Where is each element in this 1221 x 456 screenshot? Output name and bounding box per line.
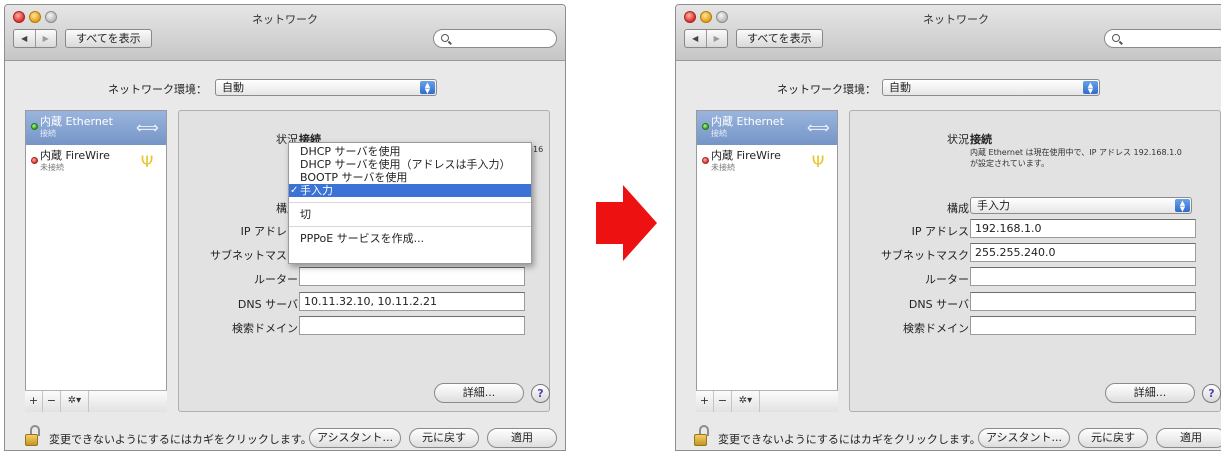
config-popup[interactable]: 手入力 ▲ ▼ xyxy=(970,197,1192,214)
location-popup[interactable]: 自動 ▲ ▼ xyxy=(882,79,1100,96)
ethernet-icon: ⟺ xyxy=(136,118,159,137)
show-all-button[interactable]: すべてを表示 xyxy=(65,29,152,48)
firewire-icon: Ψ xyxy=(811,152,825,171)
router-field[interactable] xyxy=(970,267,1196,286)
remove-service-button[interactable]: − xyxy=(43,391,61,412)
search-icon xyxy=(1112,34,1120,42)
service-item-ethernet[interactable]: 内蔵 Ethernet 接続 ⟺ xyxy=(26,111,166,145)
menu-item-label: 手入力 xyxy=(300,184,333,197)
revert-button[interactable]: 元に戻す xyxy=(409,428,479,448)
remove-service-button[interactable]: − xyxy=(714,391,732,412)
revert-button[interactable]: 元に戻す xyxy=(1078,428,1148,448)
advanced-button[interactable]: 詳細... xyxy=(434,383,524,403)
location-value: 自動 xyxy=(889,81,911,94)
menu-item-pppoe[interactable]: PPPoE サービスを作成... xyxy=(289,232,531,245)
lock-message: 変更できないようにするにはカギをクリックします。 xyxy=(49,433,312,446)
ip-address-field[interactable]: 192.168.1.0 xyxy=(970,219,1196,238)
add-service-button[interactable]: + xyxy=(25,391,43,412)
menu-item-off[interactable]: 切 xyxy=(289,208,531,221)
dns-field[interactable]: 10.11.32.10, 10.11.2.21 xyxy=(299,292,525,311)
service-item-firewire[interactable]: 内蔵 FireWire 未接続 Ψ xyxy=(697,145,837,179)
search-domain-label: 検索ドメイン： xyxy=(232,322,309,335)
config-popup-menu: DHCP サーバを使用 DHCP サーバを使用（アドレスは手入力） BOOTP … xyxy=(288,142,532,264)
gear-icon[interactable]: ✲▾ xyxy=(732,391,760,412)
status-dot-green-icon xyxy=(702,123,709,130)
service-list: 内蔵 Ethernet 接続 ⟺ 内蔵 FireWire 未接続 Ψ xyxy=(25,110,167,412)
status-value: 接続 xyxy=(970,133,992,146)
search-domain-field[interactable] xyxy=(970,316,1196,335)
assistant-button[interactable]: アシスタント... xyxy=(978,428,1070,448)
assistant-button[interactable]: アシスタント... xyxy=(309,428,401,448)
apply-button[interactable]: 適用 xyxy=(1156,428,1221,448)
comparison-stage: ネットワーク ◀ ▶ すべてを表示 ネットワーク環境： 自動 ▲ ▼ 内蔵 Eth… xyxy=(0,0,1221,456)
firewire-icon: Ψ xyxy=(140,152,154,171)
status-description-line-1: 内蔵 Ethernet は現在使用中で、IP アドレス 192.168.1.0 xyxy=(970,148,1182,157)
ethernet-icon: ⟺ xyxy=(807,118,830,137)
service-item-firewire[interactable]: 内蔵 FireWire 未接続 Ψ xyxy=(26,145,166,179)
service-toolbar: + − ✲▾ xyxy=(25,390,167,412)
menu-separator xyxy=(289,226,531,227)
dns-field[interactable] xyxy=(970,292,1196,311)
back-arrow-icon[interactable]: ◀ xyxy=(14,30,35,47)
status-description-line-2: が設定されています。 xyxy=(970,159,1049,168)
back-forward-control[interactable]: ◀ ▶ xyxy=(13,29,57,48)
search-field[interactable] xyxy=(433,29,557,48)
search-field[interactable] xyxy=(1104,29,1221,48)
status-dot-red-icon xyxy=(702,157,709,164)
config-value: 手入力 xyxy=(977,199,1010,212)
add-service-button[interactable]: + xyxy=(696,391,714,412)
location-label: ネットワーク環境： xyxy=(108,83,207,96)
settings-panel: 状況： 接続 内蔵 Ethernet は現在使用中で、IP アドレス 192.1… xyxy=(849,110,1221,412)
network-window-after: ネットワーク ◀ ▶ すべてを表示 ネットワーク環境： 自動 ▲ ▼ 内蔵 Eth… xyxy=(675,4,1221,451)
forward-arrow-icon[interactable]: ▶ xyxy=(34,30,57,47)
menu-item-dhcp[interactable]: DHCP サーバを使用 xyxy=(289,145,531,158)
apply-button[interactable]: 適用 xyxy=(487,428,557,448)
search-domain-label: 検索ドメイン： xyxy=(903,322,980,335)
service-list: 内蔵 Ethernet 接続 ⟺ 内蔵 FireWire 未接続 Ψ xyxy=(696,110,838,412)
popup-arrows-icon: ▲ ▼ xyxy=(420,81,435,94)
forward-arrow-icon[interactable]: ▶ xyxy=(705,30,728,47)
menu-item-dhcp-manual[interactable]: DHCP サーバを使用（アドレスは手入力） xyxy=(289,158,531,171)
location-label: ネットワーク環境： xyxy=(777,83,876,96)
title-bar: ネットワーク ◀ ▶ すべてを表示 xyxy=(676,5,1221,61)
lock-icon[interactable] xyxy=(694,425,710,447)
status-dot-green-icon xyxy=(31,123,38,130)
help-button[interactable]: ? xyxy=(1202,384,1221,403)
location-value: 自動 xyxy=(222,81,244,94)
status-trailing-text: 16 xyxy=(533,145,544,154)
show-all-button[interactable]: すべてを表示 xyxy=(736,29,823,48)
subnet-label: サブネットマスク： xyxy=(881,249,980,262)
search-domain-field[interactable] xyxy=(299,316,525,335)
search-icon xyxy=(441,34,449,42)
router-field[interactable] xyxy=(299,267,525,286)
window-title: ネットワーク xyxy=(923,13,989,26)
menu-item-bootp[interactable]: BOOTP サーバを使用 xyxy=(289,171,531,184)
help-button[interactable]: ? xyxy=(531,384,550,403)
network-window-before: ネットワーク ◀ ▶ すべてを表示 ネットワーク環境： 自動 ▲ ▼ 内蔵 Eth… xyxy=(4,4,566,451)
checkmark-icon: ✓ xyxy=(290,185,299,196)
back-forward-control[interactable]: ◀ ▶ xyxy=(684,29,728,48)
popup-arrows-icon: ▲ ▼ xyxy=(1175,199,1190,212)
window-title: ネットワーク xyxy=(252,13,318,26)
location-popup[interactable]: 自動 ▲ ▼ xyxy=(215,79,437,96)
right-arrow-icon xyxy=(596,185,657,261)
gear-icon[interactable]: ✲▾ xyxy=(61,391,89,412)
status-dot-red-icon xyxy=(31,157,38,164)
menu-item-manual[interactable]: ✓ 手入力 xyxy=(289,184,531,197)
back-arrow-icon[interactable]: ◀ xyxy=(685,30,706,47)
title-bar: ネットワーク ◀ ▶ すべてを表示 xyxy=(5,5,565,61)
popup-arrows-icon: ▲ ▼ xyxy=(1083,81,1098,94)
lock-icon[interactable] xyxy=(25,425,41,447)
menu-separator xyxy=(289,202,531,203)
lock-message: 変更できないようにするにはカギをクリックします。 xyxy=(718,433,981,446)
service-item-ethernet[interactable]: 内蔵 Ethernet 接続 ⟺ xyxy=(697,111,837,145)
subnet-mask-field[interactable]: 255.255.240.0 xyxy=(970,243,1196,262)
service-toolbar: + − ✲▾ xyxy=(696,390,838,412)
advanced-button[interactable]: 詳細... xyxy=(1105,383,1195,403)
